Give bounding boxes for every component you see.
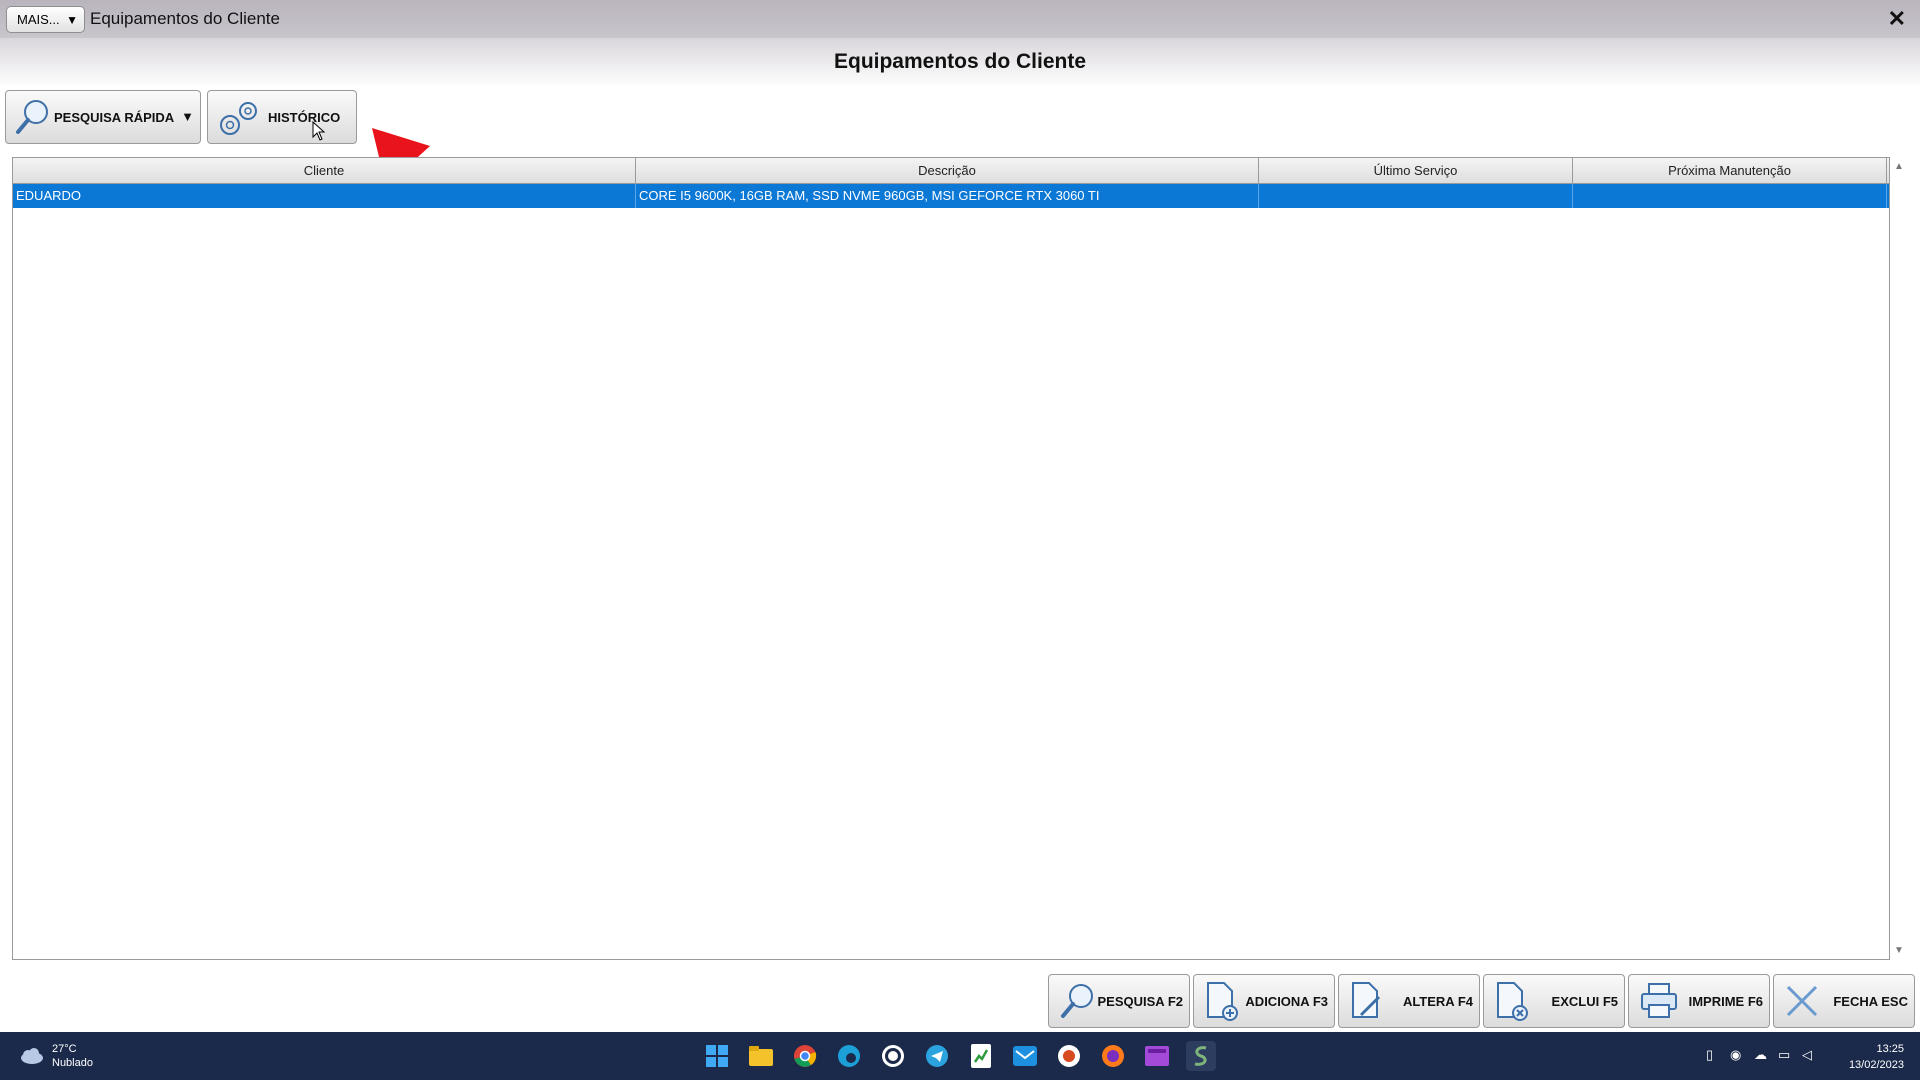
cell-last-service <box>1259 184 1573 208</box>
search-label: PESQUISA F2 <box>1097 994 1183 1009</box>
clock-date: 13/02/2023 <box>1848 1059 1904 1071</box>
close-icon <box>1786 985 1818 1017</box>
cell-next-maintenance <box>1573 184 1887 208</box>
vertical-scrollbar[interactable]: ▲ ▼ <box>1892 157 1906 960</box>
cell-description: CORE I5 9600K, 16GB RAM, SSD NVME 960GB,… <box>636 184 1259 208</box>
quick-search-label: PESQUISA RÁPIDA <box>54 110 175 125</box>
dropdown-arrow-icon: ▼ <box>66 13 78 27</box>
table-header: Cliente Descrição Último Serviço Próxima… <box>13 158 1889 184</box>
title-bar: MAIS... ▼ Equipamentos do Cliente ✕ <box>0 0 1920 38</box>
document-delete-icon <box>1497 982 1528 1021</box>
quick-search-button[interactable]: PESQUISA RÁPIDA ▼ <box>5 90 201 144</box>
taskbar-apps <box>702 1041 1230 1071</box>
clock-time: 13:25 <box>1876 1043 1904 1055</box>
document-edit-icon <box>1352 982 1381 1018</box>
mouse-cursor-icon <box>312 121 326 141</box>
whatsapp-icon[interactable] <box>878 1041 908 1071</box>
print-button[interactable]: IMPRIME F6 <box>1628 974 1770 1028</box>
mail-app-icon[interactable] <box>1010 1041 1040 1071</box>
telegram-icon[interactable] <box>922 1041 952 1071</box>
video-editor-icon[interactable] <box>1142 1041 1172 1071</box>
active-app-icon[interactable] <box>1186 1041 1216 1071</box>
cell-client: EDUARDO <box>13 184 636 208</box>
usb-icon[interactable]: ▯ <box>1706 1047 1724 1065</box>
more-menu-button[interactable]: MAIS... ▼ <box>6 6 85 33</box>
weather-widget[interactable]: 27°C Nublado <box>18 1042 93 1070</box>
edit-button[interactable]: ALTERA F4 <box>1338 974 1480 1028</box>
printer-icon <box>1641 983 1677 1018</box>
more-menu-label: MAIS... <box>17 12 60 27</box>
start-icon[interactable] <box>702 1041 732 1071</box>
magnifier-icon <box>1061 984 1093 1018</box>
window-title: Equipamentos do Cliente <box>90 9 280 28</box>
add-button[interactable]: ADICIONA F3 <box>1193 974 1335 1028</box>
system-tray: ▯ ◉ ☁ ▭ ◁ <box>1706 1047 1826 1065</box>
magnifier-icon <box>16 100 48 134</box>
column-header-client[interactable]: Cliente <box>13 158 636 183</box>
table-row[interactable]: EDUARDO CORE I5 9600K, 16GB RAM, SSD NVM… <box>13 184 1889 208</box>
chevron-down-icon[interactable]: ▼ <box>181 109 194 124</box>
gears-icon <box>220 102 257 135</box>
cloud-icon <box>21 1048 43 1064</box>
weather-temperature: 27°C <box>52 1043 77 1055</box>
history-label: HISTÓRICO <box>268 110 341 125</box>
history-button[interactable]: HISTÓRICO <box>207 90 357 144</box>
firefox-icon[interactable] <box>1098 1041 1128 1071</box>
equipment-table: Cliente Descrição Último Serviço Próxima… <box>12 157 1890 960</box>
scroll-up-icon[interactable]: ▲ <box>1894 161 1904 172</box>
column-header-description[interactable]: Descrição <box>636 158 1259 183</box>
app-icon[interactable] <box>1054 1041 1084 1071</box>
print-label: IMPRIME F6 <box>1688 994 1763 1009</box>
column-header-last-service[interactable]: Último Serviço <box>1259 158 1573 183</box>
edit-label: ALTERA F4 <box>1402 994 1473 1009</box>
clock[interactable]: 13:25 13/02/2023 <box>1849 1041 1904 1073</box>
search-button[interactable]: PESQUISA F2 <box>1048 974 1190 1028</box>
scroll-down-icon[interactable]: ▼ <box>1894 945 1904 956</box>
delete-label: EXCLUI F5 <box>1551 994 1618 1009</box>
close-icon[interactable]: ✕ <box>1888 6 1906 32</box>
chrome-icon[interactable] <box>790 1041 820 1071</box>
document-add-icon <box>1207 982 1238 1021</box>
file-explorer-icon[interactable] <box>746 1041 776 1071</box>
column-header-next-maintenance[interactable]: Próxima Manutenção <box>1573 158 1887 183</box>
delete-button[interactable]: EXCLUI F5 <box>1483 974 1625 1028</box>
close-button[interactable]: FECHA ESC <box>1773 974 1915 1028</box>
edge-icon[interactable] <box>834 1041 864 1071</box>
cloud-sync-icon[interactable]: ☁ <box>1754 1047 1772 1065</box>
add-label: ADICIONA F3 <box>1245 994 1328 1009</box>
spreadsheet-app-icon[interactable] <box>966 1041 996 1071</box>
security-icon[interactable]: ◉ <box>1730 1047 1748 1065</box>
close-label: FECHA ESC <box>1833 994 1908 1009</box>
taskbar: 27°C Nublado ▯ ◉ ☁ ▭ ◁ 13:25 13/02/2023 <box>0 1032 1920 1080</box>
weather-condition: Nublado <box>52 1057 93 1069</box>
volume-icon[interactable]: ◁ <box>1802 1047 1820 1065</box>
page-title: Equipamentos do Cliente <box>833 50 1087 73</box>
network-icon[interactable]: ▭ <box>1778 1047 1796 1065</box>
